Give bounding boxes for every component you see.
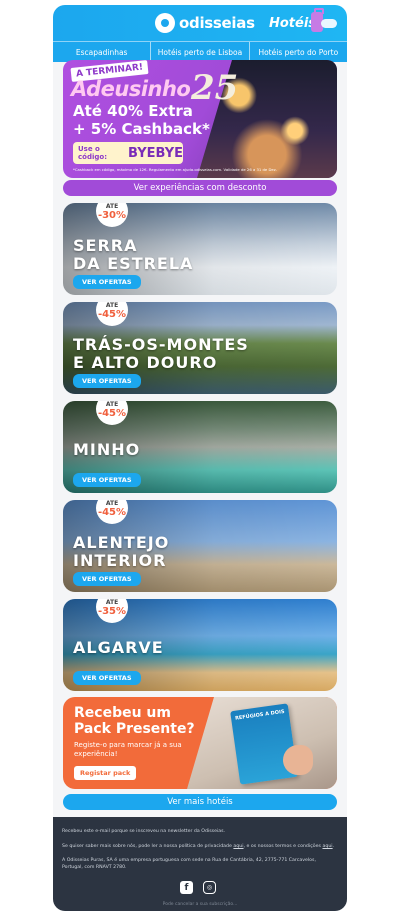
instagram-icon[interactable]: ◎ — [203, 881, 216, 894]
destination-card-serra-estrela[interactable]: ATÉ -30% SERRA DA ESTRELA VER OFERTAS — [63, 203, 337, 295]
promo-year: 25 — [191, 68, 239, 108]
registar-pack-button[interactable]: Registar pack — [74, 766, 137, 780]
nav-item-hoteis-lisboa[interactable]: Hotéis perto de Lisboa — [151, 42, 250, 62]
logo-mark-icon — [155, 13, 175, 33]
nav-item-hoteis-porto[interactable]: Hotéis perto do Porto — [250, 42, 347, 62]
promo-banner[interactable]: A TERMINAR! Adeusinho 25 Até 40% Extra +… — [63, 60, 337, 178]
gift-pack-box: REFÚGIOS A DOIS — [230, 703, 298, 785]
footer-company-info: A Odisseias Puras, SA é uma empresa port… — [62, 858, 316, 870]
gift-pack-title: REFÚGIOS A DOIS — [234, 708, 285, 722]
ver-mais-hoteis-button[interactable]: Ver mais hotéis — [63, 794, 337, 810]
destination-name: ALENTEJO INTERIOR — [73, 533, 170, 570]
destination-card-minho[interactable]: ATÉ -45% MINHO VER OFERTAS — [63, 401, 337, 493]
email-frame: odisseias Hotéis Escapadinhas Hotéis per… — [53, 5, 347, 911]
destination-card-algarve[interactable]: ATÉ -35% ALGARVE VER OFERTAS — [63, 599, 337, 691]
ver-ofertas-button[interactable]: VER OFERTAS — [73, 572, 141, 586]
cloud-sun-icon — [321, 15, 337, 28]
pack-text: Registe-o para marcar já a sua experiênc… — [74, 741, 182, 758]
header: odisseias Hotéis — [53, 5, 347, 41]
terms-link[interactable]: aqui — [322, 844, 332, 849]
ver-experiencias-button[interactable]: Ver experiências com desconto — [63, 180, 337, 196]
logo-text: odisseias — [179, 14, 255, 32]
destination-name: ALGARVE — [73, 638, 164, 657]
promo-discount-line: Até 40% Extra — [73, 102, 193, 120]
pack-presente-banner[interactable]: REFÚGIOS A DOIS Recebeu um Pack Presente… — [63, 697, 337, 789]
pack-title: Recebeu um Pack Presente? — [74, 705, 195, 737]
ver-ofertas-button[interactable]: VER OFERTAS — [73, 275, 141, 289]
destination-name: SERRA DA ESTRELA — [73, 236, 194, 273]
privacy-policy-link[interactable]: aqui — [233, 844, 243, 849]
ver-ofertas-button[interactable]: VER OFERTAS — [73, 473, 141, 487]
facebook-icon[interactable]: f — [180, 881, 193, 894]
destination-card-tras-os-montes[interactable]: ATÉ -45% TRÁS-OS-MONTES E ALTO DOURO VER… — [63, 302, 337, 394]
social-links: f ◎ — [180, 881, 216, 894]
hand-image — [283, 745, 313, 775]
unsubscribe-link[interactable]: Pode cancelar a sua subscrição... — [53, 902, 347, 907]
destination-name: TRÁS-OS-MONTES E ALTO DOURO — [73, 335, 249, 372]
nav-item-escapadinhas[interactable]: Escapadinhas — [53, 42, 152, 62]
destination-name: MINHO — [73, 440, 141, 459]
footer-privacy-note: Se quiser saber mais sobre nós, pode ler… — [62, 843, 335, 849]
hoteis-label[interactable]: Hotéis — [269, 16, 316, 31]
ver-ofertas-button[interactable]: VER OFERTAS — [73, 374, 141, 388]
footer: Recebeu este e-mail porque se inscreveu … — [53, 817, 347, 911]
promo-title: Adeusinho — [71, 77, 191, 101]
destination-card-alentejo[interactable]: ATÉ -45% ALENTEJO INTERIOR VER OFERTAS — [63, 500, 337, 592]
ver-ofertas-button[interactable]: VER OFERTAS — [73, 671, 141, 685]
footer-subscription-note: Recebeu este e-mail porque se inscreveu … — [62, 829, 226, 834]
promo-code-label: Use o código: — [78, 145, 107, 161]
promo-code-value: BYEBYE — [128, 145, 183, 161]
promo-fine-print: *Cashback em código, máximo de 12€. Regu… — [73, 167, 277, 172]
promo-cashback-line: + 5% Cashback* — [73, 120, 210, 138]
top-nav: Escapadinhas Hotéis perto de Lisboa Hoté… — [53, 41, 347, 62]
promo-code-box: Use o código: BYEBYE — [73, 142, 183, 164]
odisseias-logo[interactable]: odisseias — [155, 13, 255, 33]
